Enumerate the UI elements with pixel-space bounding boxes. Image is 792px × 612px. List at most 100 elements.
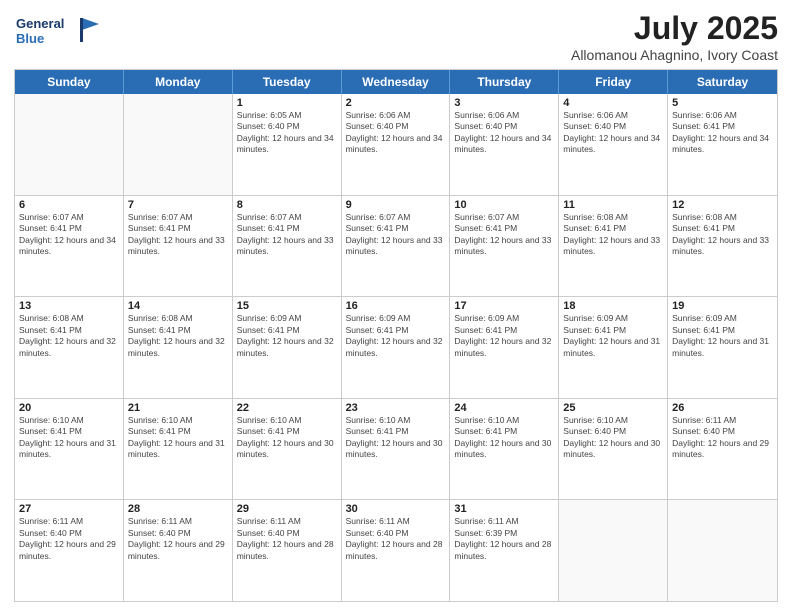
day-cell: 8Sunrise: 6:07 AM Sunset: 6:41 PM Daylig… [233, 196, 342, 297]
day-number: 2 [346, 97, 446, 109]
day-number: 3 [454, 97, 554, 109]
day-info: Sunrise: 6:06 AM Sunset: 6:40 PM Dayligh… [346, 110, 446, 156]
day-info: Sunrise: 6:06 AM Sunset: 6:41 PM Dayligh… [672, 110, 773, 156]
location-title: Allomanou Ahagnino, Ivory Coast [571, 47, 778, 63]
day-cell: 17Sunrise: 6:09 AM Sunset: 6:41 PM Dayli… [450, 297, 559, 398]
day-cell: 26Sunrise: 6:11 AM Sunset: 6:40 PM Dayli… [668, 399, 777, 500]
day-cell: 9Sunrise: 6:07 AM Sunset: 6:41 PM Daylig… [342, 196, 451, 297]
logo: General Blue [14, 10, 104, 57]
day-cell [124, 94, 233, 195]
day-cell [15, 94, 124, 195]
day-cell: 19Sunrise: 6:09 AM Sunset: 6:41 PM Dayli… [668, 297, 777, 398]
day-info: Sunrise: 6:11 AM Sunset: 6:40 PM Dayligh… [672, 415, 773, 461]
week-row-5: 27Sunrise: 6:11 AM Sunset: 6:40 PM Dayli… [15, 500, 777, 601]
day-info: Sunrise: 6:07 AM Sunset: 6:41 PM Dayligh… [237, 212, 337, 258]
day-number: 9 [346, 199, 446, 211]
day-cell: 4Sunrise: 6:06 AM Sunset: 6:40 PM Daylig… [559, 94, 668, 195]
day-cell: 7Sunrise: 6:07 AM Sunset: 6:41 PM Daylig… [124, 196, 233, 297]
day-number: 17 [454, 300, 554, 312]
day-cell: 3Sunrise: 6:06 AM Sunset: 6:40 PM Daylig… [450, 94, 559, 195]
day-info: Sunrise: 6:11 AM Sunset: 6:40 PM Dayligh… [128, 516, 228, 562]
day-number: 16 [346, 300, 446, 312]
day-number: 27 [19, 503, 119, 515]
day-number: 22 [237, 402, 337, 414]
day-info: Sunrise: 6:07 AM Sunset: 6:41 PM Dayligh… [19, 212, 119, 258]
day-cell: 22Sunrise: 6:10 AM Sunset: 6:41 PM Dayli… [233, 399, 342, 500]
day-number: 24 [454, 402, 554, 414]
day-info: Sunrise: 6:11 AM Sunset: 6:40 PM Dayligh… [19, 516, 119, 562]
day-number: 20 [19, 402, 119, 414]
day-info: Sunrise: 6:07 AM Sunset: 6:41 PM Dayligh… [454, 212, 554, 258]
day-cell [668, 500, 777, 601]
calendar-body: 1Sunrise: 6:05 AM Sunset: 6:40 PM Daylig… [15, 94, 777, 601]
day-info: Sunrise: 6:09 AM Sunset: 6:41 PM Dayligh… [237, 313, 337, 359]
day-header-sunday: Sunday [15, 70, 124, 94]
day-cell: 27Sunrise: 6:11 AM Sunset: 6:40 PM Dayli… [15, 500, 124, 601]
day-number: 14 [128, 300, 228, 312]
day-headers-row: SundayMondayTuesdayWednesdayThursdayFrid… [15, 70, 777, 94]
day-number: 10 [454, 199, 554, 211]
day-info: Sunrise: 6:08 AM Sunset: 6:41 PM Dayligh… [563, 212, 663, 258]
day-number: 26 [672, 402, 773, 414]
day-number: 29 [237, 503, 337, 515]
svg-text:Blue: Blue [16, 31, 44, 46]
day-cell: 18Sunrise: 6:09 AM Sunset: 6:41 PM Dayli… [559, 297, 668, 398]
day-cell: 29Sunrise: 6:11 AM Sunset: 6:40 PM Dayli… [233, 500, 342, 601]
week-row-4: 20Sunrise: 6:10 AM Sunset: 6:41 PM Dayli… [15, 399, 777, 501]
day-cell: 14Sunrise: 6:08 AM Sunset: 6:41 PM Dayli… [124, 297, 233, 398]
day-info: Sunrise: 6:09 AM Sunset: 6:41 PM Dayligh… [346, 313, 446, 359]
day-cell: 28Sunrise: 6:11 AM Sunset: 6:40 PM Dayli… [124, 500, 233, 601]
day-cell: 1Sunrise: 6:05 AM Sunset: 6:40 PM Daylig… [233, 94, 342, 195]
header: General Blue July 2025 Allomanou Ahagnin… [14, 10, 778, 63]
week-row-3: 13Sunrise: 6:08 AM Sunset: 6:41 PM Dayli… [15, 297, 777, 399]
day-header-tuesday: Tuesday [233, 70, 342, 94]
day-number: 18 [563, 300, 663, 312]
day-info: Sunrise: 6:09 AM Sunset: 6:41 PM Dayligh… [454, 313, 554, 359]
day-info: Sunrise: 6:11 AM Sunset: 6:40 PM Dayligh… [237, 516, 337, 562]
day-number: 8 [237, 199, 337, 211]
day-cell: 2Sunrise: 6:06 AM Sunset: 6:40 PM Daylig… [342, 94, 451, 195]
day-cell: 25Sunrise: 6:10 AM Sunset: 6:40 PM Dayli… [559, 399, 668, 500]
day-header-saturday: Saturday [668, 70, 777, 94]
day-number: 13 [19, 300, 119, 312]
day-info: Sunrise: 6:11 AM Sunset: 6:40 PM Dayligh… [346, 516, 446, 562]
title-area: July 2025 Allomanou Ahagnino, Ivory Coas… [571, 10, 778, 63]
day-header-wednesday: Wednesday [342, 70, 451, 94]
day-info: Sunrise: 6:10 AM Sunset: 6:41 PM Dayligh… [237, 415, 337, 461]
day-cell: 30Sunrise: 6:11 AM Sunset: 6:40 PM Dayli… [342, 500, 451, 601]
day-header-friday: Friday [559, 70, 668, 94]
day-info: Sunrise: 6:05 AM Sunset: 6:40 PM Dayligh… [237, 110, 337, 156]
week-row-1: 1Sunrise: 6:05 AM Sunset: 6:40 PM Daylig… [15, 94, 777, 196]
week-row-2: 6Sunrise: 6:07 AM Sunset: 6:41 PM Daylig… [15, 196, 777, 298]
day-cell: 10Sunrise: 6:07 AM Sunset: 6:41 PM Dayli… [450, 196, 559, 297]
month-title: July 2025 [571, 10, 778, 47]
day-info: Sunrise: 6:10 AM Sunset: 6:41 PM Dayligh… [19, 415, 119, 461]
day-cell: 20Sunrise: 6:10 AM Sunset: 6:41 PM Dayli… [15, 399, 124, 500]
day-info: Sunrise: 6:08 AM Sunset: 6:41 PM Dayligh… [19, 313, 119, 359]
day-info: Sunrise: 6:07 AM Sunset: 6:41 PM Dayligh… [128, 212, 228, 258]
logo-area: General Blue [14, 10, 104, 57]
day-number: 6 [19, 199, 119, 211]
day-cell [559, 500, 668, 601]
day-cell: 11Sunrise: 6:08 AM Sunset: 6:41 PM Dayli… [559, 196, 668, 297]
day-header-monday: Monday [124, 70, 233, 94]
day-number: 5 [672, 97, 773, 109]
day-info: Sunrise: 6:09 AM Sunset: 6:41 PM Dayligh… [563, 313, 663, 359]
day-cell: 21Sunrise: 6:10 AM Sunset: 6:41 PM Dayli… [124, 399, 233, 500]
day-info: Sunrise: 6:06 AM Sunset: 6:40 PM Dayligh… [563, 110, 663, 156]
day-cell: 13Sunrise: 6:08 AM Sunset: 6:41 PM Dayli… [15, 297, 124, 398]
day-number: 30 [346, 503, 446, 515]
day-number: 31 [454, 503, 554, 515]
day-info: Sunrise: 6:08 AM Sunset: 6:41 PM Dayligh… [672, 212, 773, 258]
day-number: 1 [237, 97, 337, 109]
day-number: 7 [128, 199, 228, 211]
day-info: Sunrise: 6:11 AM Sunset: 6:39 PM Dayligh… [454, 516, 554, 562]
day-cell: 5Sunrise: 6:06 AM Sunset: 6:41 PM Daylig… [668, 94, 777, 195]
day-number: 23 [346, 402, 446, 414]
day-header-thursday: Thursday [450, 70, 559, 94]
day-info: Sunrise: 6:10 AM Sunset: 6:41 PM Dayligh… [454, 415, 554, 461]
day-info: Sunrise: 6:08 AM Sunset: 6:41 PM Dayligh… [128, 313, 228, 359]
day-cell: 12Sunrise: 6:08 AM Sunset: 6:41 PM Dayli… [668, 196, 777, 297]
day-info: Sunrise: 6:10 AM Sunset: 6:40 PM Dayligh… [563, 415, 663, 461]
calendar: SundayMondayTuesdayWednesdayThursdayFrid… [14, 69, 778, 602]
